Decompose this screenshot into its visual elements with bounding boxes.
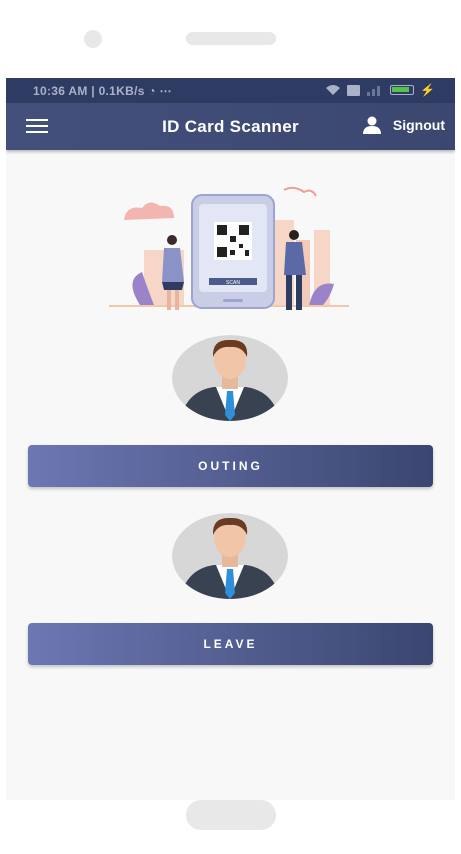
signal-icon bbox=[367, 86, 381, 96]
status-time: 10:36 AM | 0.1KB/s ◔ ⋯ bbox=[33, 84, 172, 98]
front-camera bbox=[84, 30, 102, 48]
home-button[interactable] bbox=[186, 800, 276, 830]
app-bar: ID Card Scanner Signout bbox=[6, 103, 455, 150]
outing-button[interactable]: OUTING bbox=[28, 445, 433, 487]
signout-label: Signout bbox=[392, 117, 445, 133]
outing-avatar[interactable] bbox=[172, 335, 288, 421]
wifi-icon bbox=[326, 85, 341, 95]
status-more: ⋯ bbox=[159, 84, 172, 98]
phone-frame: 10:36 AM | 0.1KB/s ◔ ⋯ ⚡ ID Card Scanner… bbox=[0, 0, 461, 854]
businessman-avatar-icon bbox=[172, 513, 288, 599]
signout-button[interactable]: Signout bbox=[362, 116, 445, 134]
qr-scan-illustration: SCAN bbox=[109, 186, 349, 310]
status-icons: ⚡ bbox=[325, 83, 435, 97]
status-time-text: 10:36 AM | 0.1KB/s bbox=[33, 84, 145, 98]
charging-icon: ⚡ bbox=[420, 83, 435, 97]
whatsapp-icon: ◔ bbox=[148, 84, 156, 98]
earpiece-speaker bbox=[186, 32, 276, 45]
battery-icon bbox=[390, 85, 415, 95]
leave-button[interactable]: LEAVE bbox=[28, 623, 433, 665]
sim-icon bbox=[347, 84, 361, 96]
status-bar: 10:36 AM | 0.1KB/s ◔ ⋯ ⚡ bbox=[6, 78, 455, 103]
person-icon bbox=[362, 116, 381, 134]
leave-avatar[interactable] bbox=[172, 513, 288, 599]
businessman-avatar-icon bbox=[172, 335, 288, 421]
scan-label: SCAN bbox=[226, 280, 240, 286]
screen: 10:36 AM | 0.1KB/s ◔ ⋯ ⚡ ID Card Scanner… bbox=[6, 78, 455, 800]
